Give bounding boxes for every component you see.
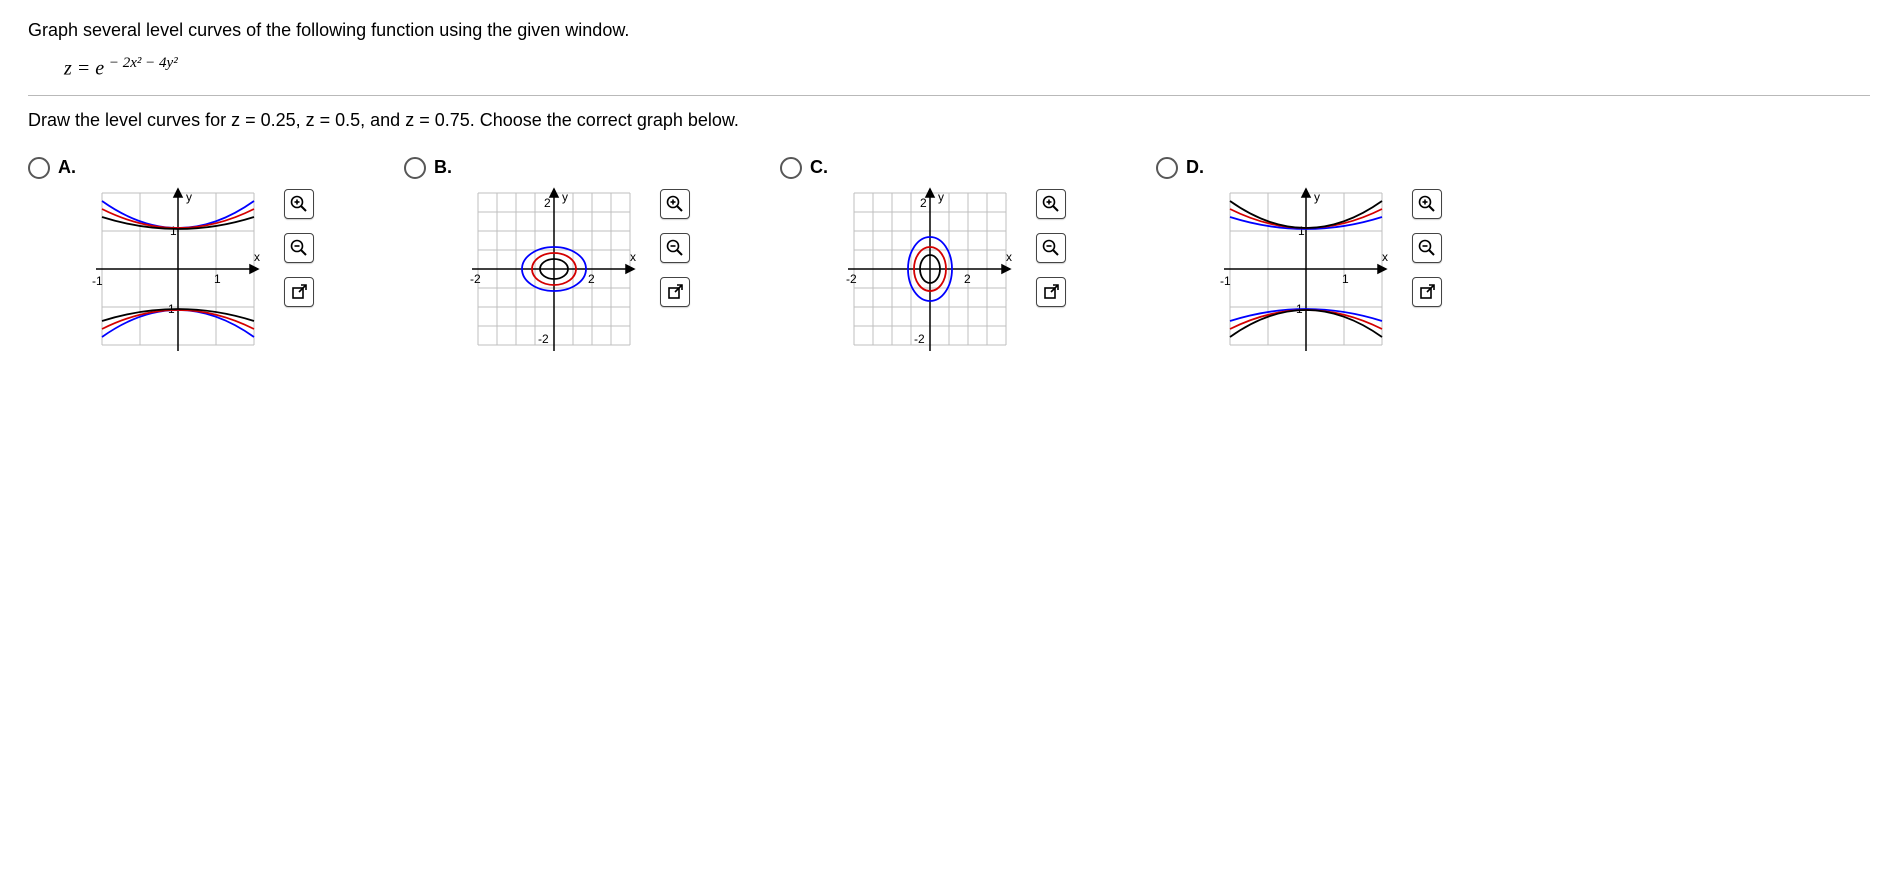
svg-text:-1: -1: [1220, 274, 1231, 288]
zoom-out-icon[interactable]: [1036, 233, 1066, 263]
option-d-label: D.: [1186, 157, 1204, 178]
svg-text:y: y: [562, 190, 568, 204]
svg-text:1: 1: [1298, 224, 1305, 238]
graph-d: y x 1 -1 -1 1: [1220, 183, 1392, 355]
popout-icon[interactable]: [1036, 277, 1066, 307]
graph-a: y x 1 -1 -1 1: [92, 183, 264, 355]
option-a: A. y x: [28, 157, 314, 355]
svg-text:-2: -2: [470, 272, 481, 286]
subprompt: Draw the level curves for z = 0.25, z = …: [28, 110, 1870, 131]
radio-c[interactable]: [780, 157, 802, 179]
svg-text:1: 1: [1342, 272, 1349, 286]
option-d: D. y x 1 -1: [1156, 157, 1442, 355]
radio-a[interactable]: [28, 157, 50, 179]
svg-text:y: y: [186, 190, 192, 204]
svg-text:2: 2: [964, 272, 971, 286]
zoom-out-icon[interactable]: [1412, 233, 1442, 263]
option-c: C.: [780, 157, 1066, 355]
svg-text:2: 2: [588, 272, 595, 286]
svg-text:1: 1: [170, 224, 177, 238]
popout-icon[interactable]: [1412, 277, 1442, 307]
radio-b[interactable]: [404, 157, 426, 179]
svg-text:-2: -2: [914, 332, 925, 346]
zoom-in-icon[interactable]: [1412, 189, 1442, 219]
svg-text:1: 1: [214, 272, 221, 286]
option-c-label: C.: [810, 157, 828, 178]
zoom-in-icon[interactable]: [1036, 189, 1066, 219]
option-b: B.: [404, 157, 690, 355]
equation-lhs: z = e: [64, 58, 104, 80]
popout-icon[interactable]: [660, 277, 690, 307]
option-b-label: B.: [434, 157, 452, 178]
equation: z = e − 2x² − 4y²: [64, 55, 1870, 81]
graph-c: y x 2 -2 -2 2: [844, 183, 1016, 355]
option-a-label: A.: [58, 157, 76, 178]
zoom-out-icon[interactable]: [284, 233, 314, 263]
divider: [28, 95, 1870, 96]
svg-text:-2: -2: [538, 332, 549, 346]
svg-text:x: x: [1006, 250, 1012, 264]
svg-text:-1: -1: [92, 274, 103, 288]
zoom-in-icon[interactable]: [660, 189, 690, 219]
equation-exponent: − 2x² − 4y²: [105, 55, 178, 71]
options-row: A. y x: [28, 157, 1870, 355]
svg-text:2: 2: [920, 196, 927, 210]
graph-b: y x 2 -2 -2 2: [468, 183, 640, 355]
svg-text:x: x: [1382, 250, 1388, 264]
question-prompt: Graph several level curves of the follow…: [28, 20, 1870, 41]
svg-text:y: y: [1314, 190, 1320, 204]
popout-icon[interactable]: [284, 277, 314, 307]
svg-text:y: y: [938, 190, 944, 204]
svg-text:x: x: [254, 250, 260, 264]
svg-text:2: 2: [544, 196, 551, 210]
zoom-in-icon[interactable]: [284, 189, 314, 219]
svg-text:-2: -2: [846, 272, 857, 286]
svg-text:x: x: [630, 250, 636, 264]
radio-d[interactable]: [1156, 157, 1178, 179]
zoom-out-icon[interactable]: [660, 233, 690, 263]
